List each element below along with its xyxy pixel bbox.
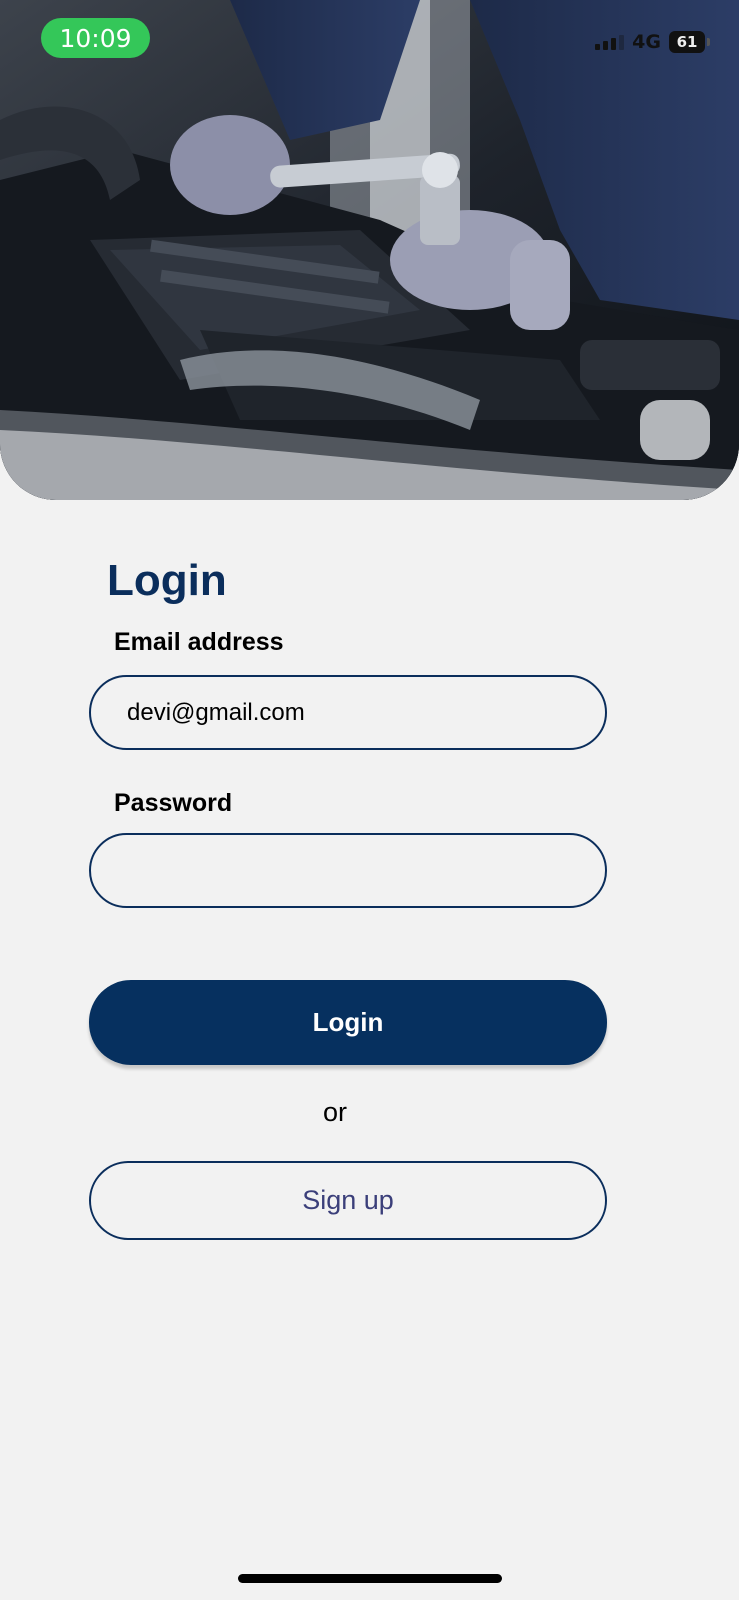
login-screen: 10:09 4G 61 Login Email address Password… bbox=[0, 0, 739, 1600]
status-indicators: 4G 61 bbox=[595, 30, 710, 54]
battery-level: 61 bbox=[676, 33, 698, 51]
password-label: Password bbox=[114, 789, 233, 817]
password-field[interactable] bbox=[89, 833, 607, 908]
hero-image bbox=[0, 0, 739, 500]
email-label: Email address bbox=[114, 628, 284, 656]
network-type: 4G bbox=[632, 31, 661, 53]
home-indicator bbox=[238, 1574, 502, 1583]
status-time: 10:09 bbox=[41, 18, 150, 58]
mechanic-engine-illustration bbox=[0, 0, 739, 500]
page-title: Login bbox=[107, 556, 227, 605]
login-button[interactable]: Login bbox=[89, 980, 607, 1065]
signal-icon bbox=[595, 34, 625, 50]
email-field[interactable] bbox=[89, 675, 607, 750]
or-divider-text: or bbox=[322, 1097, 347, 1127]
signup-button[interactable]: Sign up bbox=[89, 1161, 607, 1240]
battery-icon: 61 bbox=[669, 31, 710, 53]
